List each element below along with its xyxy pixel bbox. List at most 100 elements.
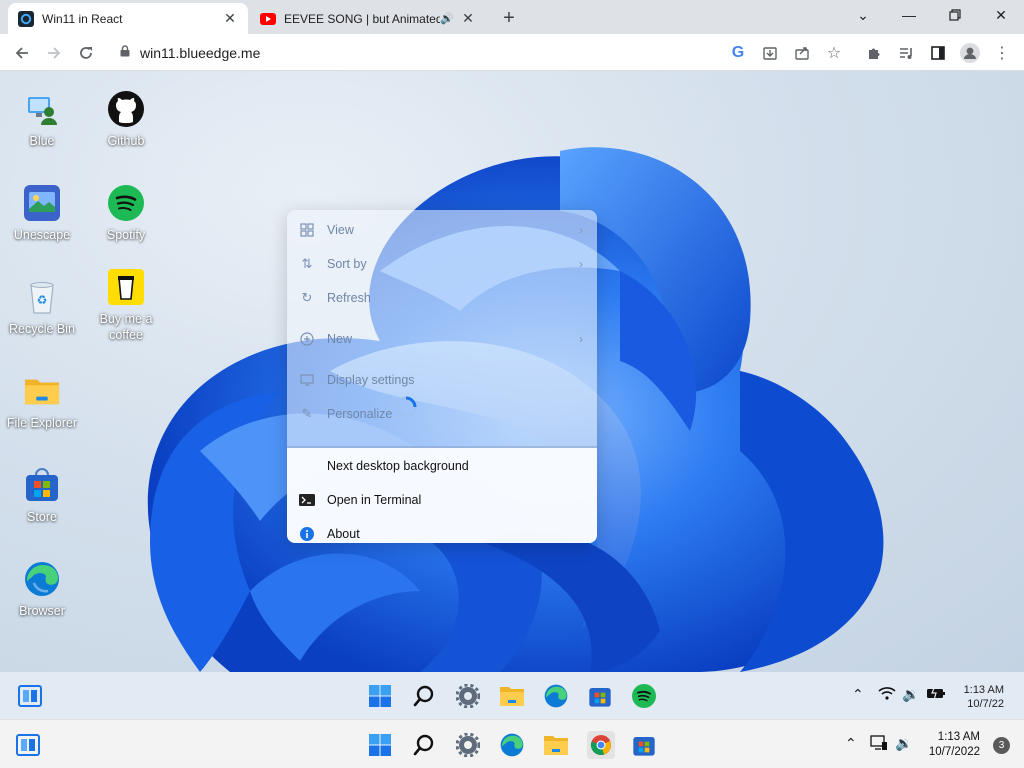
restore-button[interactable] (932, 0, 978, 30)
menu-item-open-in-terminal[interactable]: Open in Terminal (287, 485, 597, 515)
menu-item-next-desktop-background[interactable]: Next desktop background (287, 451, 597, 481)
spotify-icon (108, 185, 144, 221)
desktop-icon-label: Github (107, 134, 145, 148)
github-icon (108, 91, 144, 127)
search-icon[interactable] (411, 683, 437, 709)
win11-desktop[interactable]: Blue Github Unescape Spotify ♻ Recycle B… (0, 71, 1024, 672)
browser-toolbar: win11.blueedge.me G ☆ ⋮ (0, 34, 1024, 71)
extensions-icon[interactable] (860, 39, 888, 67)
share-icon[interactable] (788, 39, 816, 67)
side-panel-icon[interactable] (924, 39, 952, 67)
speaker-icon[interactable]: 🔊 (440, 12, 454, 25)
host-search-icon[interactable] (411, 732, 437, 758)
win11-clock[interactable]: 1:13 AM 10/7/22 (964, 683, 1004, 711)
host-widgets-icon[interactable] (15, 732, 41, 758)
file-explorer-taskbar-icon[interactable] (499, 683, 525, 709)
notification-count-badge[interactable]: 3 (993, 737, 1010, 754)
menu-item-label: New (327, 332, 353, 346)
desktop-icon-browser[interactable]: Browser (0, 561, 84, 619)
store-taskbar-icon[interactable] (587, 683, 613, 709)
desktop-icon-buy-me-a-coffee[interactable]: Buy me a coffee (84, 269, 168, 343)
host-show-hidden-icons-chevron-icon[interactable]: ⌃ (845, 735, 857, 752)
volume-icon[interactable]: 🔉 (902, 686, 919, 703)
desktop-icon-spotify[interactable]: Spotify (84, 185, 168, 243)
menu-item-label: Personalize (327, 407, 393, 421)
new-tab-button[interactable]: + (496, 5, 522, 31)
desktop-icon-label: Spotify (106, 228, 146, 242)
terminal-icon (287, 494, 327, 506)
settings-gear-icon[interactable] (455, 683, 481, 709)
edge-taskbar-icon[interactable] (543, 683, 569, 709)
tab-title: EEVEE SONG | but Animated (284, 11, 441, 26)
loading-spinner-icon (395, 396, 417, 418)
host-taskbar: ⌃ 🔉 1:13 AM 10/7/2022 3 (0, 719, 1024, 768)
menu-item-label: About (327, 527, 360, 541)
new-plus-icon (287, 332, 327, 346)
lock-icon (120, 45, 130, 60)
close-tab-icon[interactable]: ✕ (222, 10, 238, 27)
tab-title: Win11 in React (42, 11, 123, 26)
tab-win11-in-react[interactable]: Win11 in React ✕ (8, 3, 248, 34)
close-window-button[interactable]: ✕ (978, 0, 1024, 30)
desktop-icon-unescape[interactable]: Unescape (0, 185, 84, 243)
bookmark-star-icon[interactable]: ☆ (820, 39, 848, 67)
google-icon[interactable]: G (724, 39, 752, 67)
menu-item-new[interactable]: New › (287, 324, 597, 354)
battery-icon[interactable] (926, 685, 946, 703)
desktop-icon-file-explorer[interactable]: File Explorer (0, 373, 84, 431)
menu-item-sort-by[interactable]: ⇅ Sort by › (287, 249, 597, 279)
show-hidden-icons-chevron-icon[interactable]: ⌃ (852, 686, 864, 703)
install-icon[interactable] (756, 39, 784, 67)
submenu-arrow-icon: › (579, 257, 583, 271)
edge-icon (24, 561, 60, 597)
tab-search-icon[interactable]: ⌄ (840, 0, 886, 30)
start-menu-icon[interactable] (367, 683, 393, 709)
more-menu-icon[interactable]: ⋮ (988, 39, 1016, 67)
host-clock[interactable]: 1:13 AM 10/7/2022 (929, 730, 980, 760)
submenu-arrow-icon: › (579, 223, 583, 237)
host-volume-icon[interactable]: 🔉 (895, 735, 912, 752)
host-chrome-icon[interactable] (587, 731, 615, 759)
desktop-icon-store[interactable]: Store (0, 467, 84, 525)
menu-item-display-settings[interactable]: Display settings (287, 365, 597, 395)
close-tab-icon[interactable]: ✕ (460, 10, 476, 27)
folder-icon (24, 373, 60, 409)
menu-item-label: Next desktop background (327, 459, 469, 473)
menu-item-view[interactable]: View › (287, 215, 597, 245)
menu-item-about[interactable]: About (287, 519, 597, 543)
youtube-icon (260, 11, 276, 27)
host-store-icon[interactable] (631, 732, 657, 758)
menu-item-personalize[interactable]: ✎ Personalize (287, 399, 597, 429)
back-icon[interactable] (8, 39, 36, 67)
browser-tab-strip: Win11 in React ✕ EEVEE SONG | but Animat… (0, 0, 1024, 34)
host-network-icon[interactable] (870, 735, 888, 754)
win11-date: 10/7/22 (967, 698, 1004, 710)
desktop-icon-blue[interactable]: Blue (0, 91, 84, 149)
svg-text:♻: ♻ (37, 293, 48, 307)
context-menu-separator (287, 446, 597, 448)
host-start-icon[interactable] (367, 732, 393, 758)
desktop-context-menu: View › ⇅ Sort by › ↻ Refresh New › Displ… (287, 210, 597, 543)
unescape-icon (24, 185, 60, 221)
media-control-icon[interactable] (892, 39, 920, 67)
wifi-icon[interactable] (878, 686, 896, 703)
host-edge-icon[interactable] (499, 732, 525, 758)
menu-item-refresh[interactable]: ↻ Refresh (287, 283, 597, 313)
coffee-icon (108, 269, 144, 305)
forward-icon[interactable] (40, 39, 68, 67)
desktop-icon-label: Recycle Bin (9, 322, 75, 336)
host-settings-gear-icon[interactable] (455, 732, 481, 758)
minimize-button[interactable]: — (886, 0, 932, 30)
win11-taskbar: ⌃ 🔉 1:13 AM 10/7/22 (0, 672, 1024, 719)
spotify-taskbar-icon[interactable] (631, 683, 657, 709)
desktop-icon-recycle-bin[interactable]: ♻ Recycle Bin (0, 279, 84, 337)
desktop-icon-github[interactable]: Github (84, 91, 168, 149)
profile-avatar-icon[interactable] (956, 39, 984, 67)
widgets-icon[interactable] (17, 683, 43, 709)
host-file-explorer-icon[interactable] (543, 732, 569, 758)
win11-favicon (18, 10, 34, 27)
tab-eevee-song[interactable]: EEVEE SONG | but Animated 🔊 ✕ (250, 3, 486, 34)
desktop-icon-label: Blue (29, 134, 55, 148)
info-icon (287, 527, 327, 541)
reload-icon[interactable] (72, 39, 100, 67)
